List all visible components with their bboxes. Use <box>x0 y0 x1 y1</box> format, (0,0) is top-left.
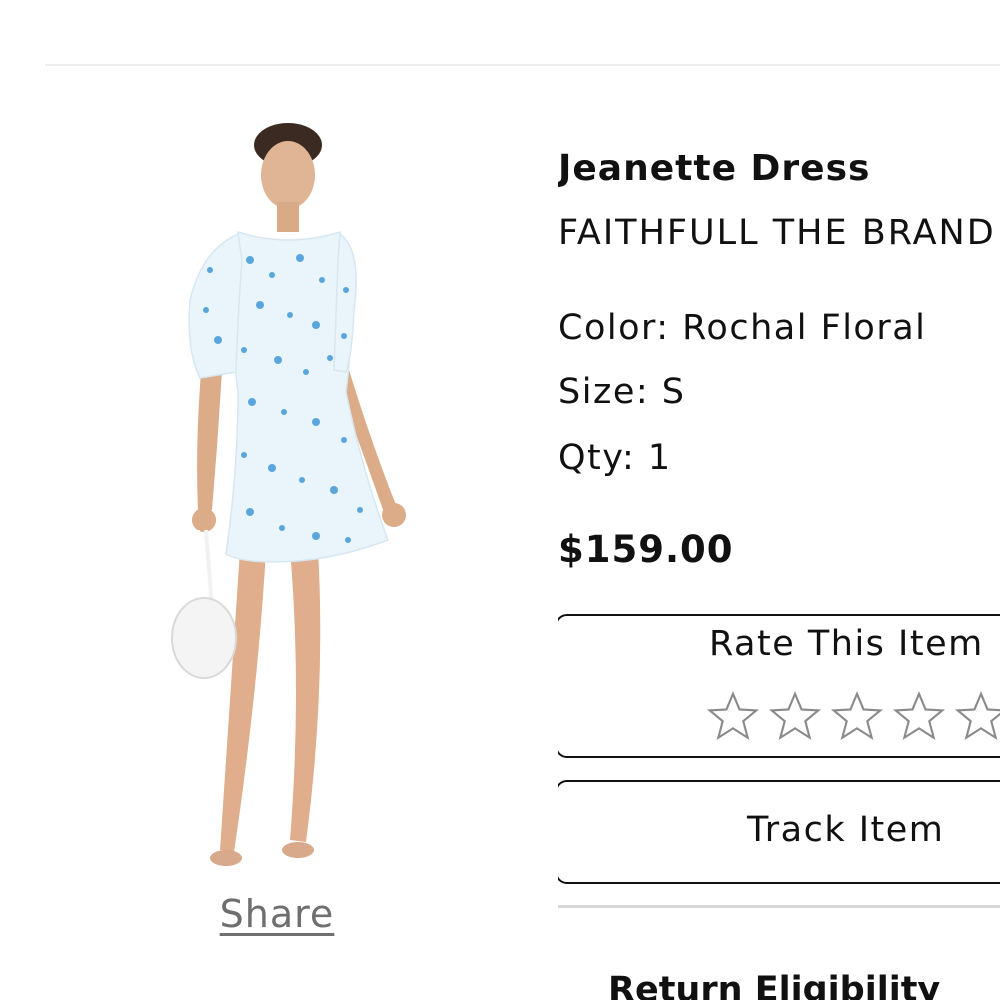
rate-item-title: Rate This Item <box>709 624 984 664</box>
star-icon[interactable] <box>829 688 885 744</box>
star-icon[interactable] <box>705 688 761 744</box>
quantity-attribute: Qty: 1 <box>558 438 672 478</box>
price: $159.00 <box>558 528 734 571</box>
star-rating <box>705 688 1000 744</box>
product-image[interactable] <box>140 110 430 890</box>
color-attribute: Color: Rochal Floral <box>558 308 927 348</box>
product-name[interactable]: Jeanette Dress <box>558 148 870 189</box>
star-icon[interactable] <box>953 688 1000 744</box>
rate-item-panel: Rate This Item <box>558 614 1000 758</box>
star-icon[interactable] <box>891 688 947 744</box>
return-eligibility-heading: Return Eligibility <box>608 970 941 1000</box>
size-attribute: Size: S <box>558 372 686 412</box>
product-details: Jeanette Dress FAITHFULL THE BRAND Color… <box>558 0 1000 1000</box>
track-item-label: Track Item <box>747 810 945 850</box>
track-item-button[interactable]: Track Item <box>558 780 1000 884</box>
brand-name[interactable]: FAITHFULL THE BRAND <box>558 213 996 253</box>
share-link[interactable]: Share <box>217 892 337 936</box>
star-icon[interactable] <box>767 688 823 744</box>
section-divider <box>558 905 1000 908</box>
